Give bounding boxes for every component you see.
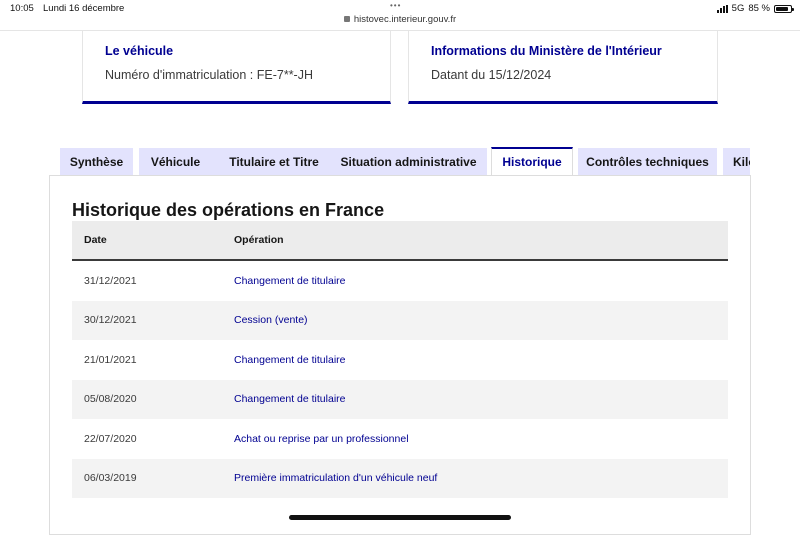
table-header: Date Opération <box>72 221 728 261</box>
address-bar[interactable]: histovec.interieur.gouv.fr <box>0 14 800 25</box>
table-row: 22/07/2020 Achat ou reprise par un profe… <box>72 419 728 459</box>
table-row: 05/08/2020 Changement de titulaire <box>72 379 728 419</box>
row-date: 30/12/2021 <box>84 314 137 327</box>
vehicle-card: Le véhicule Numéro d'immatriculation : F… <box>82 31 391 104</box>
signal-icon <box>716 4 728 13</box>
row-operation: Première immatriculation d'un véhicule n… <box>234 472 438 485</box>
tab-kilometrage[interactable]: Kilométrage <box>723 148 750 175</box>
row-operation: Cession (vente) <box>234 314 308 327</box>
ministry-card-title: Informations du Ministère de l'Intérieur <box>431 44 662 58</box>
row-date: 05/08/2020 <box>84 393 137 406</box>
data-date: Datant du 15/12/2024 <box>431 68 552 82</box>
tab-controles-techniques[interactable]: Contrôles techniques <box>578 148 717 175</box>
table-row: 30/12/2021 Cession (vente) <box>72 300 728 340</box>
battery-percent: 85 % <box>748 3 770 14</box>
tab-titulaire[interactable]: Titulaire et Titre <box>212 148 336 175</box>
lock-icon <box>343 16 350 22</box>
ministry-info-card: Informations du Ministère de l'Intérieur… <box>408 31 718 104</box>
tab-vehicule[interactable]: Véhicule <box>139 148 212 175</box>
row-operation: Changement de titulaire <box>234 393 346 406</box>
table-row: 31/12/2021 Changement de titulaire <box>72 261 728 301</box>
table-row: 21/01/2021 Changement de titulaire <box>72 340 728 380</box>
row-operation: Changement de titulaire <box>234 274 346 287</box>
table-body: 31/12/2021 Changement de titulaire 30/12… <box>72 261 728 498</box>
tab-situation-administrative[interactable]: Situation administrative <box>330 148 487 175</box>
row-date: 21/01/2021 <box>84 353 137 366</box>
status-time: 10:05 <box>10 3 34 14</box>
row-date: 31/12/2021 <box>84 274 137 287</box>
registration-number: Numéro d'immatriculation : FE-7**-JH <box>105 68 313 82</box>
row-date: 06/03/2019 <box>84 472 137 485</box>
home-indicator[interactable] <box>289 515 511 520</box>
table-row: 06/03/2019 Première immatriculation d'un… <box>72 458 728 498</box>
status-indicators: 5G 85 % <box>716 3 794 14</box>
row-operation: Achat ou reprise par un professionnel <box>234 432 409 445</box>
row-date: 22/07/2020 <box>84 432 137 445</box>
status-date: Lundi 16 décembre <box>43 3 125 14</box>
row-operation: Changement de titulaire <box>234 353 346 366</box>
history-table: Date Opération 31/12/2021 Changement de … <box>72 221 728 498</box>
network-label: 5G <box>731 3 745 14</box>
vehicle-card-title: Le véhicule <box>105 44 174 58</box>
column-header-date: Date <box>84 234 107 246</box>
tab-synthese[interactable]: Synthèse <box>60 148 133 175</box>
more-dots-icon[interactable]: ••• <box>390 1 401 10</box>
column-header-operation: Opération <box>234 234 284 246</box>
history-title: Historique des opérations en France <box>72 200 385 220</box>
tab-historique[interactable]: Historique <box>491 147 573 175</box>
url-text: histovec.interieur.gouv.fr <box>353 14 457 25</box>
battery-icon <box>774 4 794 13</box>
tab-bar: Synthèse Véhicule Titulaire et Titre Sit… <box>60 147 750 175</box>
